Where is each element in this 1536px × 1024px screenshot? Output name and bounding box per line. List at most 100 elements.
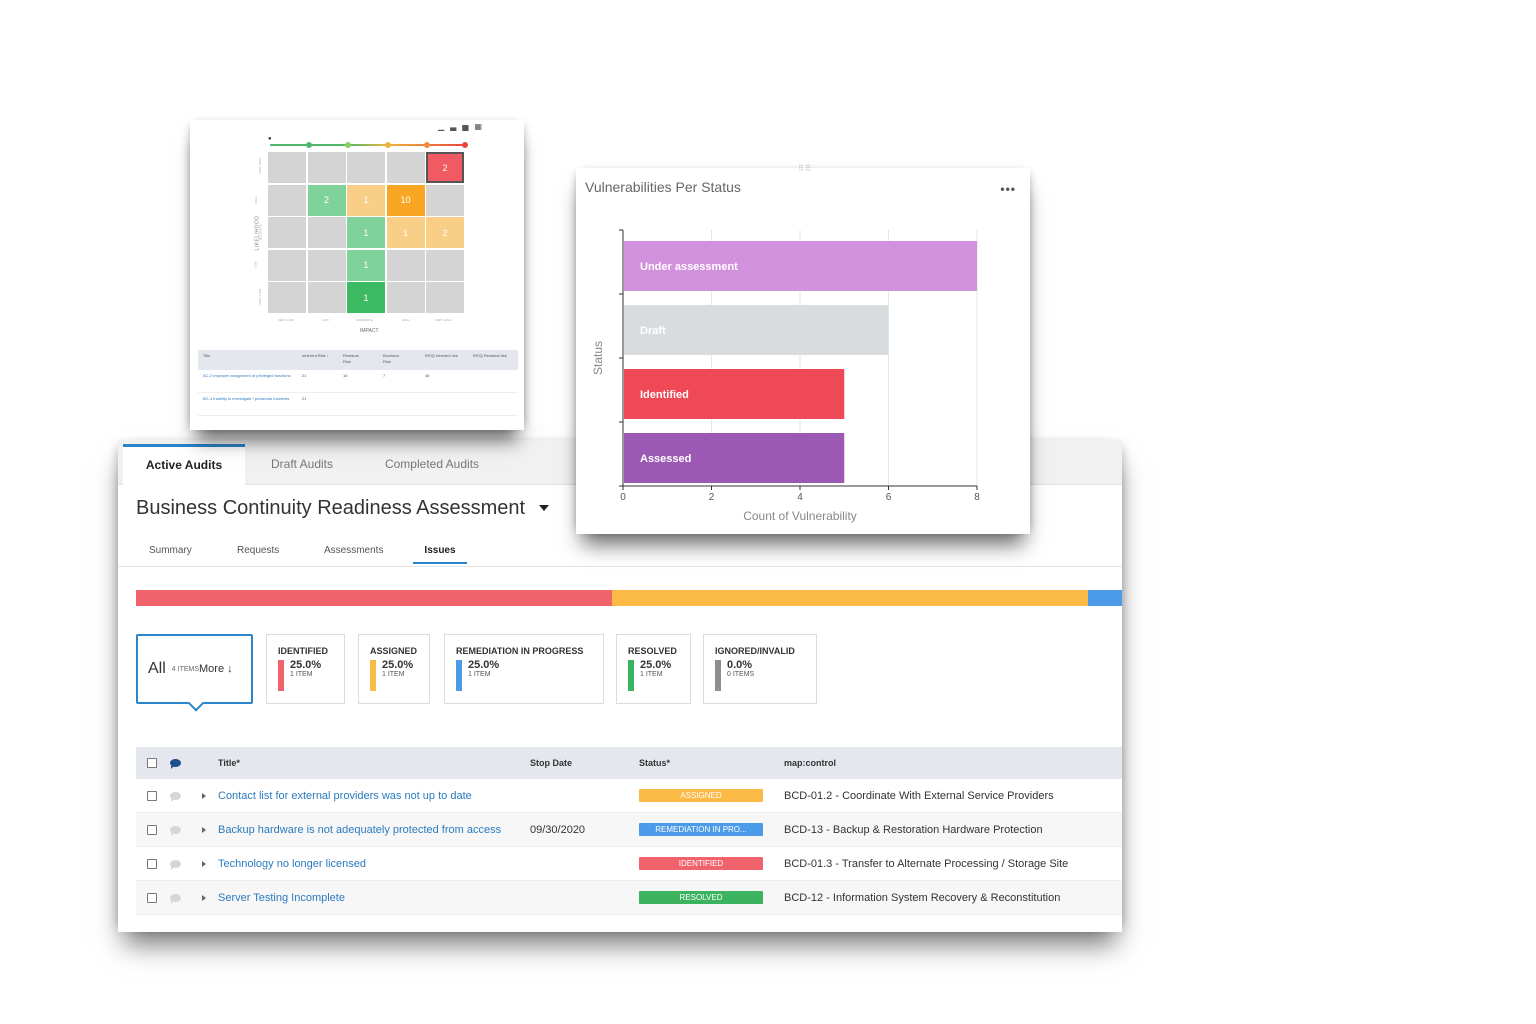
- matrix-cell[interactable]: [268, 184, 306, 216]
- matrix-cell[interactable]: [268, 249, 306, 281]
- progress-segment: [136, 590, 613, 606]
- status-badge: RESOLVED: [639, 891, 763, 904]
- matrix-cell[interactable]: 2: [426, 152, 464, 183]
- matrix-cell[interactable]: 2: [426, 217, 464, 248]
- issue-title-link[interactable]: Server Testing Incomplete: [218, 881, 345, 914]
- expand-row-icon[interactable]: [202, 792, 206, 799]
- matrix-cell[interactable]: 1: [347, 282, 385, 313]
- matrix-cell[interactable]: [347, 152, 385, 183]
- comment-icon[interactable]: [170, 825, 181, 836]
- matrix-y-tick: VERY LOW: [257, 289, 262, 305]
- issue-control: BCD-13 - Backup & Restoration Hardware P…: [784, 823, 1043, 836]
- matrix-cell[interactable]: [268, 152, 306, 183]
- risk-scale-dot: [345, 142, 351, 148]
- matrix-cell[interactable]: 1: [347, 217, 385, 248]
- comment-icon: [170, 759, 181, 769]
- issue-title-link[interactable]: Contact list for external providers was …: [218, 779, 472, 812]
- filter-card-identified[interactable]: IDENTIFIED 25.0% 1 ITEM: [266, 634, 345, 704]
- row-checkbox[interactable]: [147, 790, 157, 801]
- title-row: Business Continuity Readiness Assessment: [136, 492, 550, 524]
- risk-column-header[interactable]: Title: [203, 353, 293, 359]
- filter-card-ignored-invalid[interactable]: IGNORED/INVALID 0.0% 0 ITEMS: [703, 634, 817, 704]
- expand-row-icon[interactable]: [202, 826, 206, 833]
- matrix-cell[interactable]: 1: [347, 249, 385, 281]
- risk-table-row[interactable]: BC-4 Inability to investigate / prosecut…: [198, 393, 518, 416]
- matrix-cell[interactable]: [426, 249, 464, 281]
- filter-card-percent: 0.0%: [727, 659, 753, 671]
- issue-title-link[interactable]: Technology no longer licensed: [218, 847, 366, 880]
- filter-card-assigned[interactable]: ASSIGNED 25.0% 1 ITEM: [358, 634, 430, 704]
- column-header-control[interactable]: map:control: [784, 747, 836, 779]
- tab-completed-audits[interactable]: Completed Audits: [368, 444, 496, 485]
- column-header-stop-date[interactable]: Stop Date: [530, 747, 572, 779]
- matrix-cell[interactable]: [386, 152, 425, 183]
- risk-title-link[interactable]: BC-4 Inability to investigate / prosecut…: [203, 396, 293, 402]
- grid-view-icon[interactable]: ▦: [474, 122, 488, 131]
- expand-row-icon[interactable]: [202, 894, 206, 901]
- matrix-cell[interactable]: 1: [386, 217, 425, 248]
- risk-column-header[interactable]: Residual Risk: [343, 353, 367, 365]
- info-icon[interactable]: ●: [268, 136, 272, 142]
- subtab-issues[interactable]: Issues: [413, 538, 467, 564]
- comment-icon[interactable]: [170, 859, 181, 870]
- comment-icon[interactable]: [170, 893, 181, 904]
- risk-value: 21: [302, 373, 307, 378]
- matrix-cell[interactable]: [386, 249, 425, 281]
- chart-view-icon[interactable]: ▁▃▅: [438, 122, 474, 131]
- subtab-requests[interactable]: Requests: [237, 538, 279, 564]
- row-checkbox[interactable]: [147, 858, 157, 869]
- tab-active-audits[interactable]: Active Audits: [123, 444, 245, 485]
- filter-all-card[interactable]: All 4 ITEMS More ↓: [136, 634, 253, 712]
- title-dropdown-caret-icon[interactable]: [539, 505, 550, 511]
- matrix-cell[interactable]: [386, 282, 425, 313]
- matrix-x-tick: MODERATE: [356, 318, 373, 322]
- column-header-status[interactable]: Status*: [639, 747, 670, 779]
- comment-icon[interactable]: [170, 791, 181, 802]
- matrix-cell[interactable]: [307, 282, 346, 313]
- table-row[interactable]: Server Testing Incomplete RESOLVED BCD-1…: [136, 881, 1122, 915]
- matrix-cell[interactable]: 1: [347, 184, 385, 216]
- filter-card-count: 1 ITEM: [290, 671, 313, 678]
- risk-table-row[interactable]: AC-2 Improper assignment of privileged f…: [198, 370, 518, 393]
- subtab-summary[interactable]: Summary: [149, 538, 192, 564]
- risk-value: 21: [302, 396, 307, 401]
- matrix-y-tick: HIGH: [253, 196, 258, 204]
- expand-row-icon[interactable]: [202, 860, 206, 867]
- matrix-cell[interactable]: [307, 152, 346, 183]
- select-all-checkbox[interactable]: [147, 758, 157, 768]
- matrix-x-tick: HIGH: [402, 318, 410, 322]
- matrix-cell[interactable]: 10: [386, 184, 425, 216]
- risk-column-header[interactable]: Inherent Risk ↓: [302, 353, 330, 359]
- subtab-assessments[interactable]: Assessments: [324, 538, 383, 564]
- chart-bar-label: Under assessment: [640, 261, 738, 273]
- filter-all-label: All: [148, 660, 166, 677]
- risk-title-link[interactable]: AC-2 Improper assignment of privileged f…: [203, 373, 293, 379]
- risk-value: 48: [425, 373, 430, 378]
- matrix-cell[interactable]: 2: [307, 184, 346, 216]
- matrix-cell[interactable]: [426, 282, 464, 313]
- risk-column-header[interactable]: RISQ Residual risk: [473, 353, 509, 359]
- risk-column-header[interactable]: RISQ Inherent risk: [425, 353, 461, 359]
- matrix-x-axis-label: IMPACT: [360, 328, 379, 334]
- row-checkbox[interactable]: [147, 824, 157, 835]
- table-row[interactable]: Technology no longer licensed IDENTIFIED…: [136, 847, 1122, 881]
- row-checkbox[interactable]: [147, 892, 157, 903]
- matrix-cell[interactable]: [307, 217, 346, 248]
- matrix-cell[interactable]: [307, 249, 346, 281]
- filter-card-resolved[interactable]: RESOLVED 25.0% 1 ITEM: [616, 634, 691, 704]
- matrix-cell[interactable]: [426, 184, 464, 216]
- risk-column-header[interactable]: Business Risk: [383, 353, 407, 365]
- matrix-cell[interactable]: [268, 282, 306, 313]
- table-row[interactable]: Contact list for external providers was …: [136, 779, 1122, 813]
- filter-card-remediation-in-progress[interactable]: REMEDIATION IN PROGRESS 25.0% 1 ITEM: [444, 634, 604, 704]
- table-row[interactable]: Backup hardware is not adequately protec…: [136, 813, 1122, 847]
- filter-more-toggle[interactable]: More ↓: [199, 663, 233, 675]
- chart-x-tick-label: 6: [886, 492, 892, 503]
- status-badge: IDENTIFIED: [639, 857, 763, 870]
- filter-card-percent: 25.0%: [290, 659, 322, 671]
- filter-card-color-bar: [715, 660, 721, 691]
- column-header-title[interactable]: Title*: [218, 747, 240, 779]
- issue-title-link[interactable]: Backup hardware is not adequately protec…: [218, 813, 501, 846]
- tab-draft-audits[interactable]: Draft Audits: [248, 444, 356, 485]
- matrix-cell[interactable]: [268, 217, 306, 248]
